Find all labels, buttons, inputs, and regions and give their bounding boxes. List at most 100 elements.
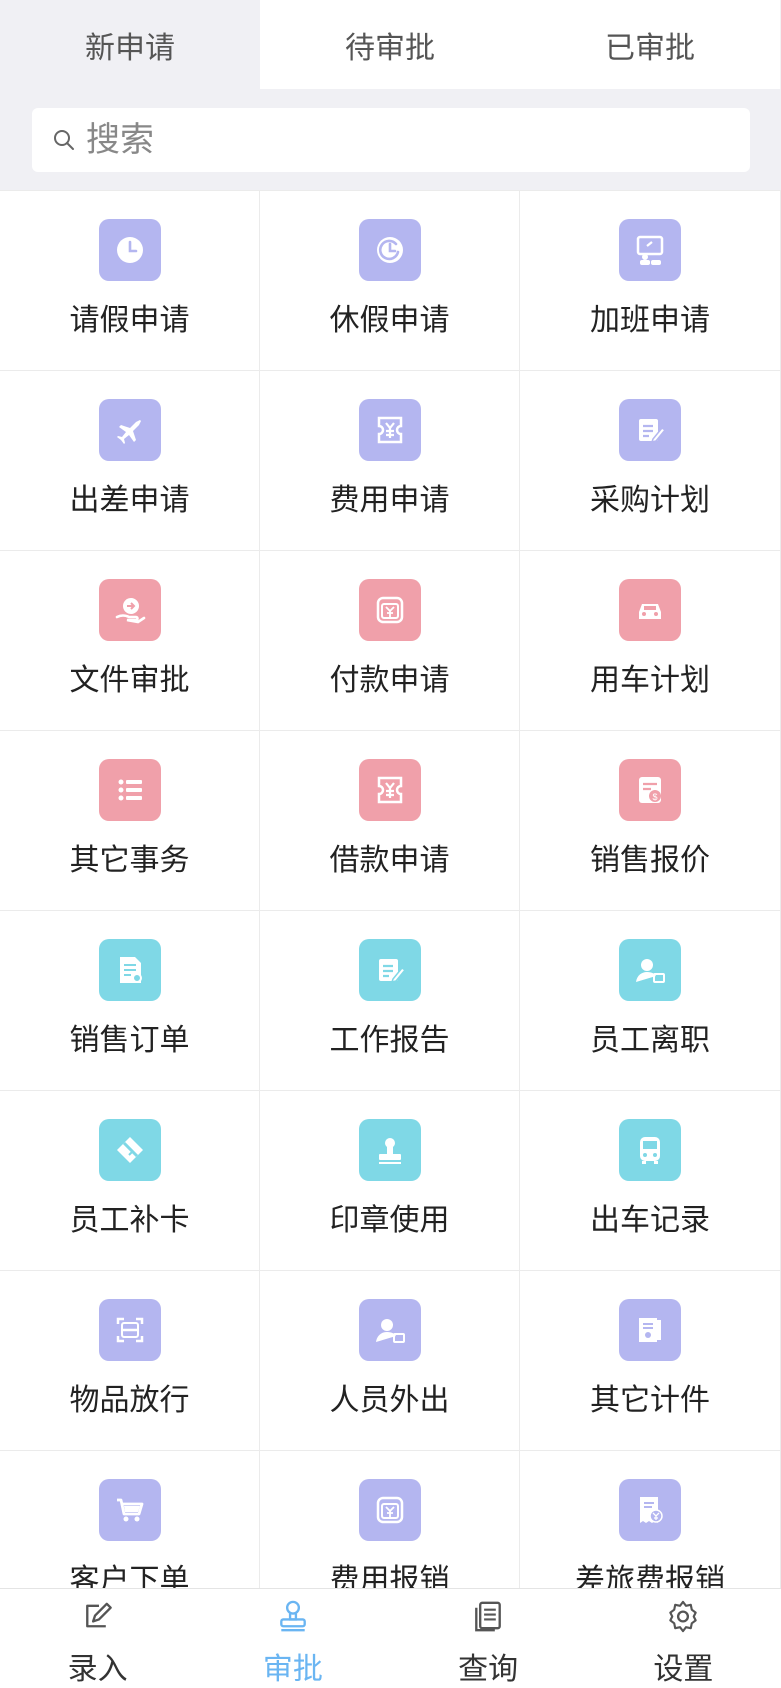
grid-item-label: 差旅费报销	[575, 1563, 725, 1588]
grid-item-label: 费用报销	[329, 1563, 450, 1588]
grid-item-label: 销售报价	[590, 843, 710, 878]
tab-approved[interactable]: 已审批	[520, 0, 780, 89]
grid-item-icon-tile	[98, 1479, 161, 1541]
grid-item-icon-tile	[358, 1479, 421, 1541]
nav-item-documents[interactable]: 查询	[391, 1589, 586, 1688]
grid-item-icon-tile	[619, 399, 681, 461]
grid-item-icon-tile	[619, 1299, 681, 1361]
grid-item-scan-18[interactable]: 物品放行	[0, 1271, 260, 1451]
user-card-icon	[636, 959, 665, 983]
grid-item-ticket-yen-4[interactable]: 费用申请	[260, 371, 520, 551]
edit-icon	[85, 1602, 112, 1628]
grid-item-clock-arrow-1[interactable]: 休假申请	[260, 191, 520, 371]
grid-item-note-edit-13[interactable]: 工作报告	[260, 911, 520, 1091]
yen-box-icon	[376, 1496, 403, 1524]
grid-item-list-9[interactable]: 其它事务	[0, 731, 260, 911]
nav-item-label: 录入	[67, 1652, 128, 1687]
svg-text:$: $	[652, 792, 657, 802]
app-root: 新申请 待审批 已审批 请假申请 休假申请 加班申请出差申请 费用申请 采购计划文件审批…	[0, 0, 781, 1688]
nav-item-gear[interactable]: 设置	[586, 1589, 781, 1688]
grid-item-label: 用车计划	[590, 663, 710, 698]
grid-item-label: 客户下单	[69, 1563, 190, 1588]
grid-item-user-card-19[interactable]: 人员外出	[260, 1271, 520, 1451]
grid-item-user-card-14[interactable]: 员工离职	[520, 911, 781, 1091]
app-grid: 请假申请 休假申请 加班申请出差申请 费用申请 采购计划文件审批 付款申请 用车计划其它事务…	[0, 190, 781, 1588]
grid-item-stamp-16[interactable]: 印章使用	[260, 1091, 520, 1271]
search-icon	[54, 130, 74, 150]
grid-item-yen-box-7[interactable]: 付款申请	[260, 551, 520, 731]
grid-item-airplane-3[interactable]: 出差申请	[0, 371, 260, 551]
grid-item-cart-21[interactable]: 客户下单	[0, 1451, 260, 1588]
search-box[interactable]	[32, 108, 750, 172]
grid-item-icon-tile	[358, 219, 421, 281]
book-icon	[639, 1318, 661, 1342]
documents-icon	[475, 1601, 501, 1632]
grid-item-icon-tile	[358, 1119, 421, 1181]
tab-pending-approval[interactable]: 待审批	[260, 0, 520, 89]
grid-item-hand-file-6[interactable]: 文件审批	[0, 551, 260, 731]
grid-item-label: 请假申请	[69, 303, 190, 338]
grid-item-icon-tile	[98, 219, 161, 281]
grid-item-note-edit-5[interactable]: 采购计划	[520, 371, 781, 551]
grid-item-label: 人员外出	[329, 1383, 450, 1418]
grid-item-receipt-yen-23[interactable]: 差旅费报销	[520, 1451, 781, 1588]
user-card-icon	[375, 1319, 405, 1343]
invoice-dollar-icon: $	[639, 777, 661, 803]
ticket-yen-icon	[377, 776, 402, 804]
grid-item-label: 文件审批	[69, 663, 190, 698]
grid-item-label: 员工补卡	[69, 1203, 190, 1238]
grid-item-car-8[interactable]: 用车计划	[520, 551, 781, 731]
grid-item-label: 其它事务	[69, 843, 190, 878]
grid-item-label: 加班申请	[590, 303, 710, 338]
grid-item-icon-tile	[619, 579, 681, 641]
note-edit-icon	[378, 959, 406, 984]
nav-item-stamp-outline[interactable]: 审批	[195, 1589, 390, 1688]
clock-arrow-icon	[376, 237, 403, 263]
grid-item-bus-17[interactable]: 出车记录	[520, 1091, 781, 1271]
grid-item-icon-tile	[98, 579, 161, 641]
scan-icon	[116, 1317, 143, 1343]
grid-item-label: 物品放行	[69, 1383, 190, 1418]
grid-item-presentation-2[interactable]: 加班申请	[520, 191, 781, 371]
grid-item-label: 采购计划	[590, 483, 710, 518]
yen-box-icon	[376, 596, 403, 624]
car-icon	[639, 604, 661, 619]
grid-item-icon-tile	[619, 939, 681, 1001]
grid-item-label: 印章使用	[329, 1203, 450, 1238]
card-swipe-icon	[116, 1137, 143, 1163]
grid-item-label: 工作报告	[329, 1023, 450, 1058]
nav-item-edit[interactable]: 录入	[0, 1589, 195, 1688]
grid-item-ticket-yen-10[interactable]: 借款申请	[260, 731, 520, 911]
nav-item-label: 审批	[262, 1652, 323, 1687]
grid-item-icon-tile	[98, 759, 161, 821]
tab-new-request[interactable]: 新申请	[0, 0, 260, 89]
grid-item-book-20[interactable]: 其它计件	[520, 1271, 781, 1451]
clock-icon	[116, 237, 143, 263]
grid-item-label: 休假申请	[329, 303, 450, 338]
bus-icon	[640, 1137, 660, 1164]
hand-file-icon	[115, 598, 145, 624]
grid-item-clock-0[interactable]: 请假申请	[0, 191, 260, 371]
grid-item-label: 费用申请	[329, 483, 450, 518]
bottom-nav: 录入 审批 查询 设置	[0, 1588, 781, 1688]
grid-item-label: 出车记录	[590, 1203, 710, 1238]
grid-item-icon-tile	[358, 759, 421, 821]
presentation-icon	[636, 235, 664, 265]
tab-bar: 新申请 待审批 已审批	[0, 0, 781, 89]
grid-item-card-swipe-15[interactable]: 员工补卡	[0, 1091, 260, 1271]
grid-item-icon-tile	[98, 1299, 161, 1361]
search-input[interactable]	[86, 110, 750, 170]
grid-item-icon-tile	[358, 939, 421, 1001]
receipt-yen-icon	[640, 1497, 663, 1523]
airplane-icon	[116, 420, 141, 444]
grid-item-icon-tile	[358, 579, 421, 641]
grid-item-label: 员工离职	[590, 1023, 710, 1058]
grid-item-icon-tile	[619, 219, 681, 281]
grid-item-icon-tile	[619, 1119, 681, 1181]
grid-item-invoice-dollar-11[interactable]: $ 销售报价	[520, 731, 781, 911]
stamp-icon	[378, 1138, 401, 1164]
grid-item-yen-box-22[interactable]: 费用报销	[260, 1451, 520, 1588]
nav-item-label: 设置	[653, 1652, 714, 1687]
grid-item-document-12[interactable]: 销售订单	[0, 911, 260, 1091]
document-icon	[119, 957, 142, 983]
